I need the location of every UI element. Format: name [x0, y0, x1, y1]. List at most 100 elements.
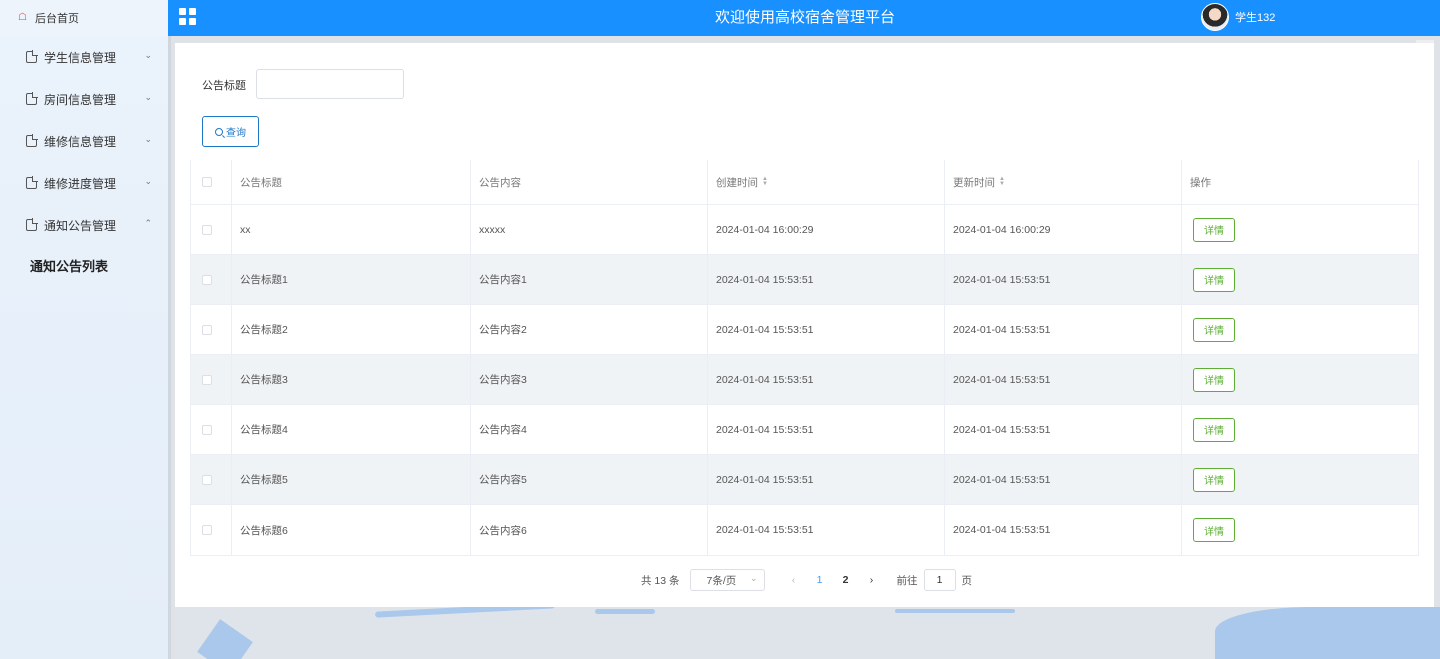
table-row: 公告标题5 公告内容5 2024-01-04 15:53:51 2024-01-…	[191, 455, 1418, 505]
sidebar-item-label: 学生信息管理	[44, 50, 117, 65]
scrollbar[interactable]	[1416, 40, 1434, 43]
sort-icon[interactable]: ▲ ▼	[999, 176, 1005, 187]
home-link[interactable]: ☖ 后台首页	[0, 0, 168, 36]
table-row: 公告标题3 公告内容3 2024-01-04 15:53:51 2024-01-…	[191, 355, 1418, 405]
sidebar-item-label: 通知公告管理	[44, 218, 117, 233]
sidebar-item-notice[interactable]: 通知公告管理 ⌃	[0, 204, 168, 246]
detail-button[interactable]: 详情	[1193, 317, 1235, 342]
select-all-checkbox[interactable]	[202, 177, 212, 187]
column-header-updated[interactable]: 更新时间 ▲ ▼	[945, 160, 1182, 204]
cell-updated: 2024-01-04 15:53:51	[945, 405, 1182, 454]
chevron-down-icon: ⌄	[144, 92, 152, 102]
detail-button[interactable]: 详情	[1193, 417, 1235, 442]
column-header-created[interactable]: 创建时间 ▲ ▼	[708, 160, 945, 204]
column-header-title: 公告标题	[232, 160, 471, 204]
cell-created: 2024-01-04 15:53:51	[708, 505, 945, 555]
home-icon: ☖	[18, 12, 27, 23]
cell-updated: 2024-01-04 16:00:29	[945, 205, 1182, 254]
cell-title: 公告标题4	[232, 405, 471, 454]
column-header-content: 公告内容	[471, 160, 708, 204]
table-row: 公告标题2 公告内容2 2024-01-04 15:53:51 2024-01-…	[191, 305, 1418, 355]
page-number[interactable]: 1	[807, 574, 833, 586]
query-button[interactable]: 查询	[202, 116, 259, 147]
detail-button[interactable]: 详情	[1193, 518, 1235, 542]
page-size-select[interactable]: 7条/页 ⌄	[689, 569, 765, 591]
cell-created: 2024-01-04 15:53:51	[708, 255, 945, 304]
row-checkbox[interactable]	[202, 424, 212, 435]
chevron-down-icon: ⌄	[144, 134, 152, 144]
sidebar-item-repair-progress[interactable]: 维修进度管理 ⌄	[0, 162, 168, 204]
pagination: 共 13 条 7条/页 ⌄ ‹ 1 2 › 前往 页	[641, 569, 972, 591]
sidebar-item-label: 维修信息管理	[44, 134, 117, 149]
sidebar-item-label: 维修进度管理	[44, 176, 117, 191]
row-checkbox[interactable]	[202, 324, 212, 335]
cell-updated: 2024-01-04 15:53:51	[945, 505, 1182, 555]
chevron-down-icon: ⌄	[144, 176, 152, 186]
cell-title: 公告标题3	[232, 355, 471, 404]
cell-title: 公告标题6	[232, 505, 471, 555]
detail-button[interactable]: 详情	[1193, 217, 1235, 242]
sidebar: 学生信息管理 ⌄ 房间信息管理 ⌄ 维修信息管理 ⌄ 维修进度管理 ⌄ 通知公告…	[0, 36, 171, 659]
search-label: 公告标题	[202, 80, 246, 92]
row-checkbox[interactable]	[202, 224, 212, 235]
table-row: 公告标题4 公告内容4 2024-01-04 15:53:51 2024-01-…	[191, 405, 1418, 455]
sidebar-item-label: 房间信息管理	[44, 92, 117, 107]
cell-title: 公告标题2	[232, 305, 471, 354]
cell-created: 2024-01-04 15:53:51	[708, 455, 945, 504]
detail-button[interactable]: 详情	[1193, 467, 1235, 492]
cell-updated: 2024-01-04 15:53:51	[945, 305, 1182, 354]
home-label: 后台首页	[35, 13, 79, 25]
sidebar-item-repair-info[interactable]: 维修信息管理 ⌄	[0, 120, 168, 162]
next-page-icon[interactable]: ›	[859, 574, 885, 586]
search-icon	[215, 127, 223, 136]
cell-created: 2024-01-04 15:53:51	[708, 355, 945, 404]
sidebar-subitem-notice-list[interactable]: 通知公告列表	[30, 256, 108, 275]
cell-content: 公告内容5	[471, 455, 708, 504]
top-header: ☖ 后台首页 欢迎使用高校宿舍管理平台 学生132	[0, 0, 1440, 36]
goto-page-input[interactable]	[923, 569, 956, 591]
page-number[interactable]: 2	[833, 574, 859, 586]
menu-toggle-icon[interactable]	[179, 8, 196, 25]
chevron-down-icon: ⌄	[749, 573, 758, 583]
cell-created: 2024-01-04 15:53:51	[708, 405, 945, 454]
pagination-total: 共 13 条	[641, 574, 680, 587]
table-header-row: 公告标题 公告内容 创建时间 ▲ ▼ 更新时间 ▲ ▼ 操作	[191, 160, 1418, 205]
cell-updated: 2024-01-04 15:53:51	[945, 255, 1182, 304]
avatar	[1201, 3, 1229, 31]
document-icon	[26, 50, 38, 63]
username: 学生132	[1235, 12, 1276, 24]
background-decoration	[175, 607, 1440, 659]
row-checkbox[interactable]	[202, 474, 212, 485]
goto-label: 前往	[896, 574, 918, 587]
chevron-down-icon: ⌄	[144, 50, 152, 60]
cell-content: 公告内容2	[471, 305, 708, 354]
document-icon	[26, 218, 38, 231]
document-icon	[26, 92, 38, 105]
row-checkbox[interactable]	[202, 525, 212, 535]
cell-content: 公告内容1	[471, 255, 708, 304]
table-row: xx xxxxx 2024-01-04 16:00:29 2024-01-04 …	[191, 205, 1418, 255]
table-row: 公告标题6 公告内容6 2024-01-04 15:53:51 2024-01-…	[191, 505, 1418, 555]
cell-content: 公告内容4	[471, 405, 708, 454]
cell-content: 公告内容6	[471, 505, 708, 555]
sidebar-divider	[168, 36, 171, 659]
detail-button[interactable]: 详情	[1193, 267, 1235, 292]
document-icon	[26, 134, 38, 147]
sidebar-item-student-info[interactable]: 学生信息管理 ⌄	[0, 36, 168, 78]
user-menu[interactable]: 学生132	[1201, 3, 1275, 31]
detail-button[interactable]: 详情	[1193, 367, 1235, 392]
cell-created: 2024-01-04 16:00:29	[708, 205, 945, 254]
cell-created: 2024-01-04 15:53:51	[708, 305, 945, 354]
cell-updated: 2024-01-04 15:53:51	[945, 455, 1182, 504]
sidebar-item-room-info[interactable]: 房间信息管理 ⌄	[0, 78, 168, 120]
cell-content: xxxxx	[471, 205, 708, 254]
row-checkbox[interactable]	[202, 274, 212, 285]
prev-page-icon[interactable]: ‹	[781, 574, 807, 586]
search-input[interactable]	[256, 69, 404, 99]
cell-title: 公告标题1	[232, 255, 471, 304]
row-checkbox[interactable]	[202, 374, 212, 385]
sort-icon[interactable]: ▲ ▼	[762, 176, 768, 187]
document-icon	[26, 176, 38, 189]
cell-title: 公告标题5	[232, 455, 471, 504]
notice-table: 公告标题 公告内容 创建时间 ▲ ▼ 更新时间 ▲ ▼ 操作 xx xxxxx 2024…	[190, 160, 1419, 556]
